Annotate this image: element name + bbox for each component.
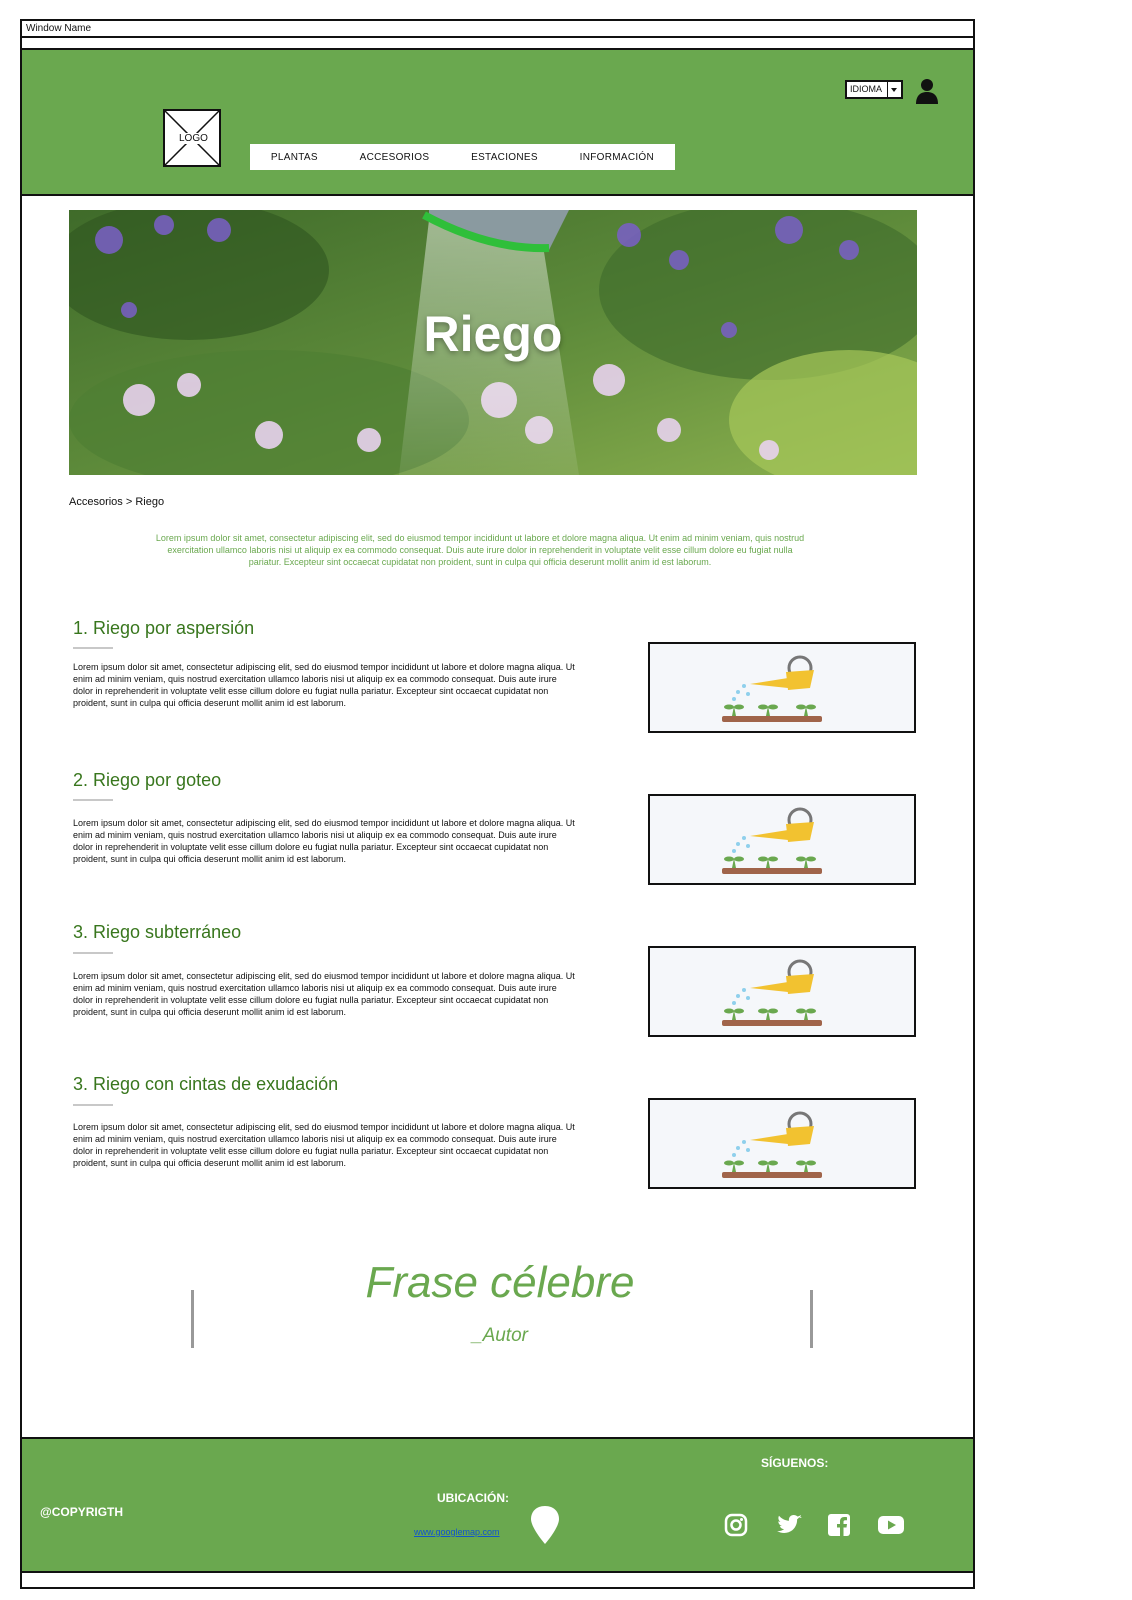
- site-footer: [20, 1437, 975, 1573]
- nav-item-accesorios[interactable]: ACCESORIOS: [354, 152, 436, 163]
- watering-can-icon: [722, 1111, 822, 1178]
- location-pin-icon[interactable]: [530, 1506, 560, 1549]
- nav-item-plantas[interactable]: PLANTAS: [265, 152, 324, 163]
- follow-label: SÍGUENOS:: [761, 1456, 829, 1470]
- quote-author: _Autor: [472, 1325, 528, 1346]
- main-nav: PLANTAS ACCESORIOS ESTACIONES INFORMACIÓ…: [250, 144, 675, 170]
- logo[interactable]: LOGO: [163, 109, 221, 167]
- watering-can-icon: [722, 655, 822, 722]
- chevron-down-icon: [887, 82, 901, 97]
- user-icon[interactable]: [915, 78, 939, 109]
- section-text: Lorem ipsum dolor sit amet, consectetur …: [73, 662, 575, 708]
- hero-banner: Riego: [69, 210, 917, 475]
- logo-label: LOGO: [177, 133, 210, 144]
- hero-title: Riego: [423, 306, 563, 362]
- twitter-icon[interactable]: [777, 1513, 803, 1537]
- section-image: [648, 1098, 916, 1189]
- section-image: [648, 946, 916, 1037]
- section-text: Lorem ipsum dolor sit amet, consectetur …: [73, 971, 575, 1017]
- language-select[interactable]: IDIOMA: [845, 80, 903, 99]
- copyright: @COPYRIGTH: [40, 1505, 124, 1519]
- window-title: Window Name: [20, 19, 975, 38]
- section-title: 3. Riego con cintas de exudación: [73, 1074, 339, 1094]
- quote-bar-left: [191, 1290, 194, 1348]
- map-link[interactable]: www.googlemap.com: [414, 1527, 500, 1537]
- breadcrumb[interactable]: Accesorios > Riego: [69, 496, 164, 508]
- section-divider: [73, 1104, 113, 1106]
- instagram-icon[interactable]: [724, 1513, 748, 1537]
- section-text: Lorem ipsum dolor sit amet, consectetur …: [73, 1122, 575, 1168]
- section-text: Lorem ipsum dolor sit amet, consectetur …: [73, 818, 575, 864]
- watering-can-icon: [722, 807, 822, 874]
- intro-text: Lorem ipsum dolor sit amet, consectetur …: [155, 533, 805, 567]
- language-label: IDIOMA: [850, 84, 883, 94]
- nav-item-estaciones[interactable]: ESTACIONES: [465, 152, 544, 163]
- section-title: 3. Riego subterráneo: [73, 922, 242, 942]
- facebook-icon[interactable]: [827, 1513, 851, 1537]
- famous-quote: Frase célebre: [365, 1258, 635, 1307]
- section-divider: [73, 647, 113, 649]
- quote-bar-right: [810, 1290, 813, 1348]
- location-label: UBICACIÓN:: [437, 1491, 509, 1505]
- section-title: 1. Riego por aspersión: [73, 618, 255, 638]
- youtube-icon[interactable]: [878, 1515, 904, 1535]
- watering-can-icon: [722, 959, 822, 1026]
- section-image: [648, 794, 916, 885]
- section-image: [648, 642, 916, 733]
- section-divider: [73, 952, 113, 954]
- section-title: 2. Riego por goteo: [73, 770, 222, 790]
- nav-item-informacion[interactable]: INFORMACIÓN: [574, 152, 660, 163]
- section-divider: [73, 799, 113, 801]
